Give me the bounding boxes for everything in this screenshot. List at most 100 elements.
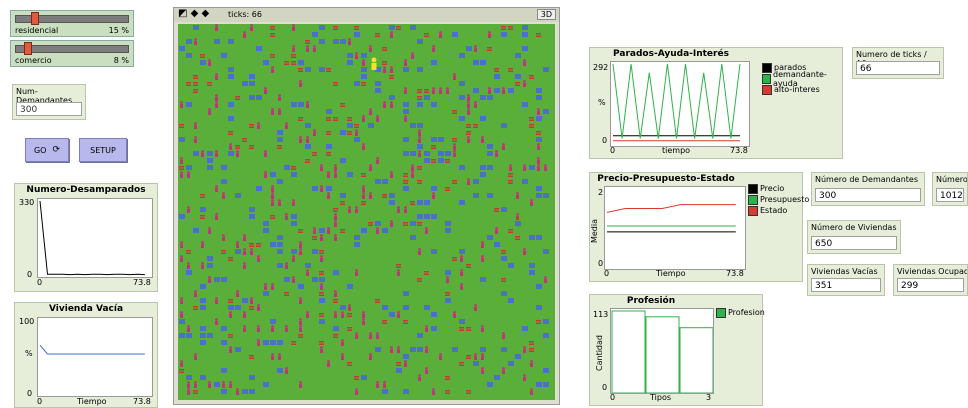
house-patch xyxy=(487,144,493,149)
person-turtle xyxy=(271,199,274,206)
slider-knob[interactable] xyxy=(23,42,32,55)
house-patch xyxy=(403,137,409,142)
person-turtle xyxy=(467,101,470,108)
person-turtle xyxy=(474,304,477,311)
person-turtle xyxy=(369,353,372,360)
house-patch xyxy=(284,277,290,282)
house-patch xyxy=(179,46,185,51)
comercio-slider[interactable]: comercio 8 % xyxy=(10,40,134,67)
house-patch xyxy=(403,305,409,310)
person-turtle xyxy=(229,311,232,318)
person-turtle xyxy=(257,339,260,346)
house-patch xyxy=(277,368,283,373)
person-turtle xyxy=(537,143,540,150)
person-turtle xyxy=(201,262,204,269)
view-controls-icon[interactable]: ◩ ◆ ◆ xyxy=(178,8,209,19)
plot-area xyxy=(610,308,714,394)
house-patch xyxy=(340,305,346,310)
house-patch xyxy=(347,123,353,128)
person-turtle xyxy=(327,171,330,178)
person-turtle xyxy=(180,297,183,304)
house-patch xyxy=(375,221,381,226)
person-turtle xyxy=(299,241,302,248)
person-turtle xyxy=(243,248,246,255)
person-turtle xyxy=(453,311,456,318)
house-patch xyxy=(228,116,234,121)
person-turtle xyxy=(467,136,470,143)
person-turtle xyxy=(271,283,274,290)
person-turtle xyxy=(369,332,372,339)
house-patch xyxy=(403,67,409,72)
residencial-slider[interactable]: residencial 15 % xyxy=(10,10,134,37)
house-patch xyxy=(403,151,409,156)
house-patch xyxy=(221,326,227,331)
house-patch xyxy=(431,102,437,107)
house-patch xyxy=(270,319,276,324)
person-turtle xyxy=(334,171,337,178)
plot-legend: Profesion xyxy=(716,307,765,318)
person-turtle xyxy=(215,101,218,108)
monitor-label: Viviendas Vacías xyxy=(811,267,878,276)
legend-label: Estado xyxy=(760,206,788,215)
house-patch xyxy=(291,249,297,254)
three-d-button[interactable]: 3D xyxy=(536,9,556,20)
person-turtle xyxy=(355,388,358,395)
house-patch xyxy=(431,60,437,65)
house-patch xyxy=(193,25,199,30)
house-patch xyxy=(200,284,206,289)
ticks-label: ticks: 66 xyxy=(228,10,262,19)
person-turtle xyxy=(292,45,295,52)
house-patch xyxy=(417,39,423,44)
house-patch xyxy=(396,368,402,373)
house-patch xyxy=(431,214,437,219)
person-turtle xyxy=(404,59,407,66)
person-turtle xyxy=(271,325,274,332)
person-turtle xyxy=(334,311,337,318)
person-turtle xyxy=(306,311,309,318)
house-patch xyxy=(284,165,290,170)
person-turtle xyxy=(229,346,232,353)
go-button[interactable]: GO ⟳ xyxy=(25,138,69,162)
person-turtle xyxy=(523,346,526,353)
person-turtle xyxy=(397,311,400,318)
person-turtle xyxy=(355,206,358,213)
slider-label: residencial xyxy=(15,26,59,35)
person-turtle xyxy=(180,241,183,248)
house-patch xyxy=(270,340,276,345)
y-axis-label: % xyxy=(25,349,33,358)
person-turtle xyxy=(418,136,421,143)
person-turtle xyxy=(390,66,393,73)
monitor-label: Número xyxy=(936,175,968,184)
house-patch xyxy=(228,74,234,79)
go-label: GO xyxy=(33,145,47,155)
person-turtle xyxy=(180,157,183,164)
house-patch xyxy=(249,214,255,219)
person-turtle xyxy=(481,255,484,262)
person-turtle xyxy=(530,388,533,395)
person-turtle xyxy=(299,80,302,87)
world-canvas[interactable] xyxy=(178,24,555,400)
house-patch xyxy=(221,340,227,345)
house-patch xyxy=(354,137,360,142)
person-turtle xyxy=(320,185,323,192)
house-patch xyxy=(221,368,227,373)
person-turtle xyxy=(320,234,323,241)
legend-swatch xyxy=(762,62,772,73)
house-patch xyxy=(382,228,388,233)
house-patch xyxy=(207,256,213,261)
person-turtle xyxy=(299,136,302,143)
plot-title: Profesión xyxy=(626,296,676,306)
house-patch xyxy=(536,382,542,387)
num-demandantes-field[interactable]: 300 xyxy=(16,102,82,116)
person-turtle xyxy=(348,206,351,213)
person-turtle xyxy=(446,87,449,94)
house-patch xyxy=(445,221,451,226)
slider-knob[interactable] xyxy=(31,12,40,25)
person-turtle xyxy=(537,164,540,171)
y-min-label: 0 xyxy=(598,259,604,268)
setup-button[interactable]: SETUP xyxy=(79,138,127,162)
house-patch xyxy=(417,347,423,352)
person-turtle xyxy=(320,283,323,290)
house-patch xyxy=(361,375,367,380)
person-turtle xyxy=(250,297,253,304)
